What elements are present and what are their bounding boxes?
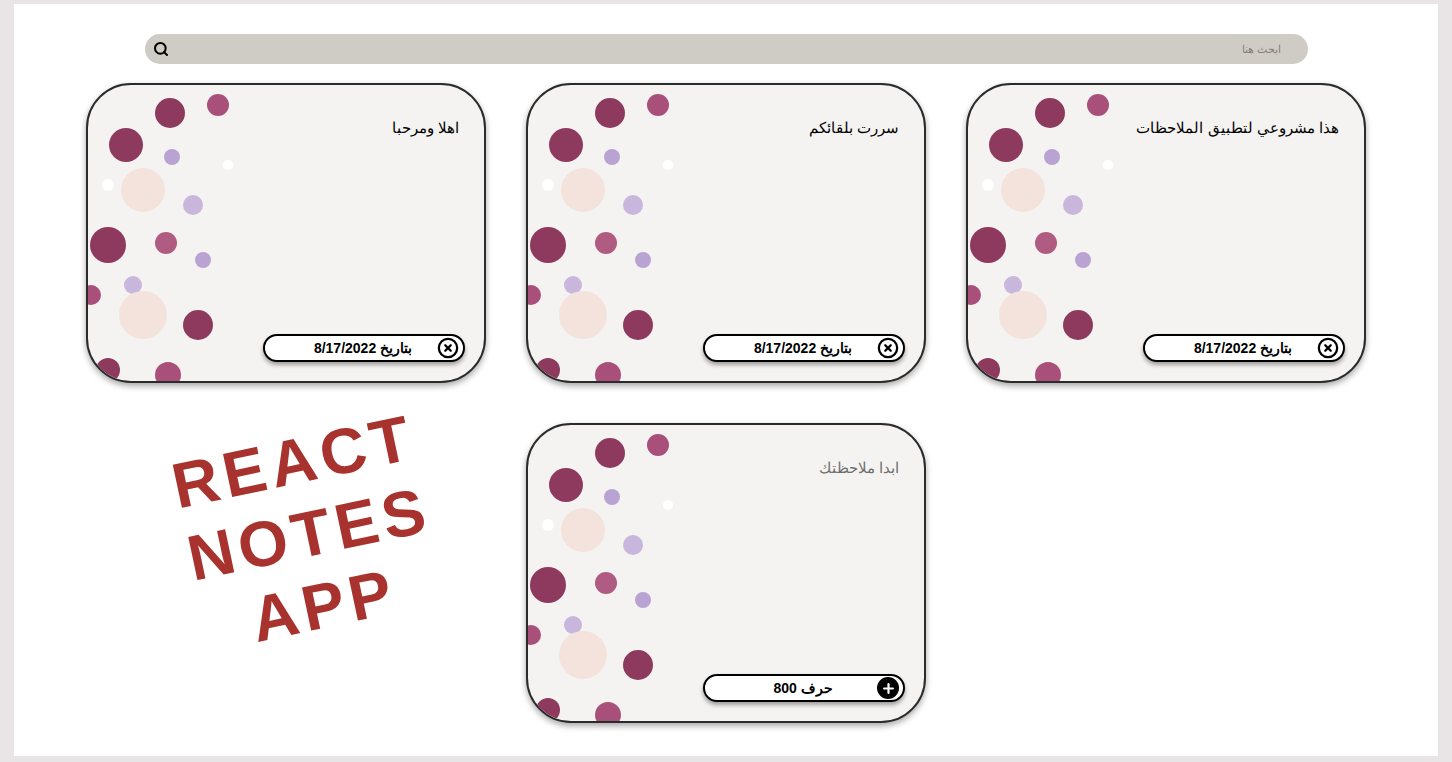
note-text: سررت بلقائكم <box>547 117 899 140</box>
footer-text: بتاريخ 8/17/2022 <box>709 338 877 359</box>
delete-icon[interactable] <box>877 337 899 359</box>
delete-icon[interactable] <box>437 337 459 359</box>
flowers-decoration <box>528 85 698 383</box>
search-bar <box>145 34 1308 64</box>
flowers-decoration <box>88 85 258 383</box>
new-note-footer: حرف 800 <box>703 674 905 702</box>
note-text: هذا مشروعي لتطبيق الملاحظات <box>987 117 1339 140</box>
note-footer: بتاريخ 8/17/2022 <box>703 334 905 362</box>
note-card[interactable]: اهلا ومرحبا بتاريخ 8/17/2022 <box>86 83 486 383</box>
new-note-card[interactable]: حرف 800 <box>526 423 926 723</box>
note-footer: بتاريخ 8/17/2022 <box>1143 334 1345 362</box>
delete-icon[interactable] <box>1317 337 1339 359</box>
note-text: اهلا ومرحبا <box>107 117 459 140</box>
search-icon[interactable] <box>153 41 169 57</box>
note-card[interactable]: سررت بلقائكم بتاريخ 8/17/2022 <box>526 83 926 383</box>
footer-text: بتاريخ 8/17/2022 <box>269 338 437 359</box>
note-card[interactable]: هذا مشروعي لتطبيق الملاحظات بتاريخ 8/17/2… <box>966 83 1366 383</box>
footer-text: حرف 800 <box>709 678 877 699</box>
footer-text: بتاريخ 8/17/2022 <box>1149 338 1317 359</box>
page: هذا مشروعي لتطبيق الملاحظات بتاريخ 8/17/2… <box>0 0 1452 762</box>
banner: REACTNOTESAPP <box>120 391 498 678</box>
add-icon[interactable] <box>877 677 899 699</box>
main-panel: هذا مشروعي لتطبيق الملاحظات بتاريخ 8/17/2… <box>14 4 1438 756</box>
search-input[interactable] <box>177 41 1282 58</box>
flowers-decoration <box>968 85 1138 383</box>
note-footer: بتاريخ 8/17/2022 <box>263 334 465 362</box>
new-note-input[interactable] <box>547 457 899 502</box>
